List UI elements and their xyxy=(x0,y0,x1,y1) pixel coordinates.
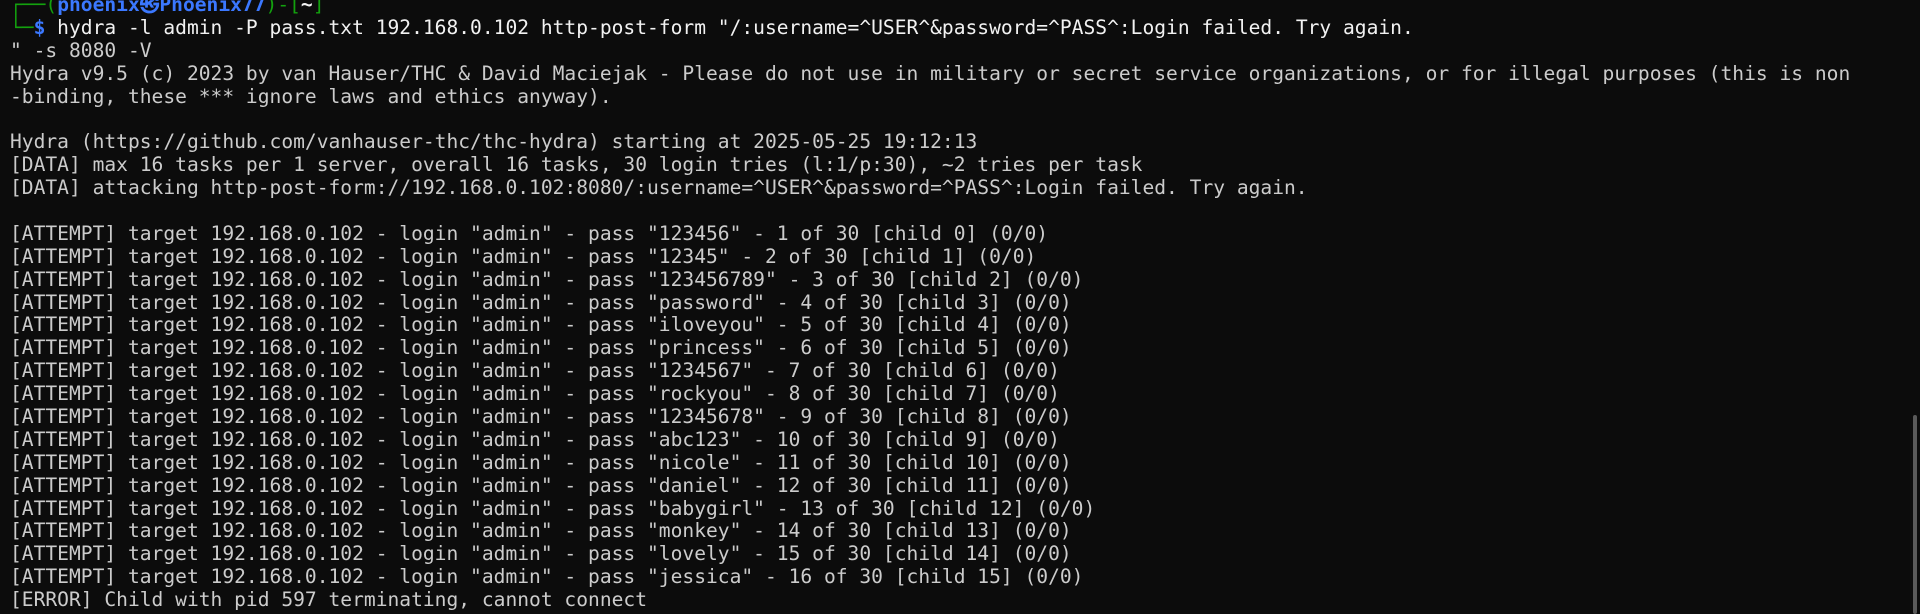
attempt-line: [ATTEMPT] target 192.168.0.102 - login "… xyxy=(10,519,1072,543)
prompt-host: Phoenix77 xyxy=(159,0,266,16)
start-line: Hydra (https://github.com/vanhauser-thc/… xyxy=(10,130,978,154)
prompt-dir-close: ] xyxy=(312,0,325,16)
attempt-line: [ATTEMPT] target 192.168.0.102 - login "… xyxy=(10,405,1072,429)
attempt-line: [ATTEMPT] target 192.168.0.102 - login "… xyxy=(10,244,1037,268)
banner-line-1: Hydra v9.5 (c) 2023 by van Hauser/THC & … xyxy=(10,61,1851,85)
attempt-line: [ATTEMPT] target 192.168.0.102 - login "… xyxy=(10,382,1060,406)
attempt-line: [ATTEMPT] target 192.168.0.102 - login "… xyxy=(10,542,1072,566)
prompt-header: ┌──(phoenix㉿Phoenix77)-[~] xyxy=(10,0,1908,17)
prompt-dash: - xyxy=(277,0,290,16)
data-line-2: [DATA] attacking http-post-form://192.16… xyxy=(10,176,1308,200)
prompt-user: phoenix xyxy=(57,0,140,16)
command-continuation: " -s 8080 -V xyxy=(10,38,152,62)
attempt-line: [ATTEMPT] target 192.168.0.102 - login "… xyxy=(10,267,1084,291)
prompt-corner-top: ┌── xyxy=(10,0,46,16)
terminal-output: ┌──(phoenix㉿Phoenix77)-[~] └─$ hydra -l … xyxy=(10,0,1908,612)
attempt-line: [ATTEMPT] target 192.168.0.102 - login "… xyxy=(10,427,1060,451)
prompt-corner-bottom: └─ xyxy=(10,15,34,39)
banner-line-2: -binding, these *** ignore laws and ethi… xyxy=(10,84,612,108)
attempt-line: [ATTEMPT] target 192.168.0.102 - login "… xyxy=(10,450,1072,474)
prompt-dir-open: [ xyxy=(289,0,301,16)
prompt-dollar: $ xyxy=(33,15,46,39)
attempt-line: [ATTEMPT] target 192.168.0.102 - login "… xyxy=(10,565,1084,589)
prompt-separator-icon: ㉿ xyxy=(139,0,160,16)
attempt-line: [ATTEMPT] target 192.168.0.102 - login "… xyxy=(10,496,1096,520)
attempt-line: [ATTEMPT] target 192.168.0.102 - login "… xyxy=(10,221,1049,245)
command-text: hydra -l admin -P pass.txt 192.168.0.102… xyxy=(45,15,1414,39)
attempt-line: [ATTEMPT] target 192.168.0.102 - login "… xyxy=(10,473,1072,497)
prompt-close-paren: ) xyxy=(265,0,278,16)
data-line-1: [DATA] max 16 tasks per 1 server, overal… xyxy=(10,153,1143,177)
terminal-window[interactable]: ┌──(phoenix㉿Phoenix77)-[~] └─$ hydra -l … xyxy=(0,0,1920,614)
prompt-open-paren: ( xyxy=(45,0,58,16)
prompt-dir: ~ xyxy=(300,0,313,16)
attempt-line: [ATTEMPT] target 192.168.0.102 - login "… xyxy=(10,336,1072,360)
attempt-line: [ATTEMPT] target 192.168.0.102 - login "… xyxy=(10,290,1072,314)
scrollbar-thumb[interactable] xyxy=(1913,415,1917,614)
error-line: [ERROR] Child with pid 597 terminating, … xyxy=(10,588,648,612)
prompt-command-line: └─$ hydra -l admin -P pass.txt 192.168.0… xyxy=(10,15,1908,40)
vertical-scrollbar[interactable] xyxy=(1908,0,1920,614)
attempt-line: [ATTEMPT] target 192.168.0.102 - login "… xyxy=(10,359,1060,383)
attempt-line: [ATTEMPT] target 192.168.0.102 - login "… xyxy=(10,313,1072,337)
